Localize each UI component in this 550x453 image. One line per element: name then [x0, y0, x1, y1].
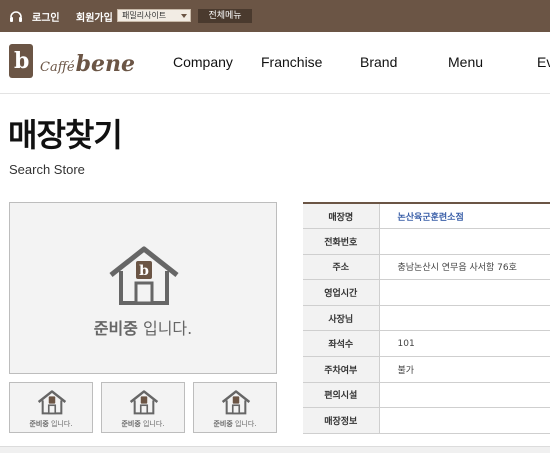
page-title: 매장찾기	[8, 116, 123, 154]
thumb-preparing-rest: 입니다.	[140, 420, 165, 428]
house-icon	[221, 390, 251, 415]
thumb-preparing-bold: 준비중	[213, 420, 233, 428]
owner-label: 사장님	[303, 305, 380, 332]
preparing-rest: 입니다.	[137, 319, 193, 338]
thumb-preparing-text: 준비중 입니다.	[194, 419, 276, 429]
family-site-select[interactable]: 패밀리사이트	[117, 9, 191, 22]
table-row: 주차여부 불가	[303, 356, 550, 383]
address-value: 충남논산시 연무읍 사서함 76호	[379, 254, 550, 281]
thumb-preparing-bold: 준비중	[121, 420, 141, 428]
nav-franchise[interactable]: Franchise	[261, 54, 322, 70]
logo-wordmark[interactable]: Caffébene	[40, 51, 135, 77]
seats-label: 좌석수	[303, 330, 380, 358]
phone-label: 전화번호	[303, 228, 380, 255]
store-thumbnail-2[interactable]: 준비중 입니다.	[101, 382, 185, 433]
thumb-preparing-rest: 입니다.	[48, 420, 73, 428]
table-row: 영업시간	[303, 279, 550, 306]
house-icon	[129, 390, 159, 415]
preparing-text: 준비중 입니다.	[10, 315, 276, 339]
thumb-preparing-text: 준비중 입니다.	[102, 419, 184, 429]
store-main-image: b 준비중 입니다.	[9, 202, 277, 374]
family-site-label: 패밀리사이트	[122, 11, 167, 20]
owner-value	[379, 305, 550, 332]
facilities-value	[379, 382, 550, 409]
headset-icon[interactable]	[8, 8, 24, 24]
store-thumbnail-3[interactable]: 준비중 입니다.	[193, 382, 277, 433]
nav-brand[interactable]: Brand	[360, 54, 397, 70]
nav-menu[interactable]: Menu	[448, 54, 483, 70]
store-info-table: 매장명 논산육군훈련소점 전화번호 주소 충남논산시 연무읍 사서함 76호 영…	[303, 202, 550, 434]
logo-mark-letter: b	[14, 48, 30, 74]
parking-label: 주차여부	[303, 356, 380, 383]
store-info-value	[379, 407, 550, 434]
login-link[interactable]: 로그인	[32, 9, 60, 24]
phone-value	[379, 228, 550, 255]
table-row: 사장님	[303, 305, 550, 332]
table-row: 편의시설	[303, 382, 550, 409]
preparing-bold: 준비중	[93, 319, 138, 338]
logo-mark[interactable]: b	[9, 44, 33, 78]
page-bottom-divider	[0, 446, 550, 453]
store-name-label: 매장명	[303, 203, 380, 230]
store-thumbnail-1[interactable]: 준비중 입니다.	[9, 382, 93, 433]
house-icon: b	[109, 246, 179, 305]
thumb-preparing-bold: 준비중	[29, 420, 49, 428]
logo-cafe-text: Caffé	[40, 60, 75, 75]
page-subtitle: Search Store	[9, 162, 85, 177]
logo-bene-text: bene	[75, 51, 135, 77]
nav-company[interactable]: Company	[173, 54, 233, 70]
chevron-down-icon	[181, 14, 187, 18]
thumb-preparing-text: 준비중 입니다.	[10, 419, 92, 429]
hours-label: 영업시간	[303, 279, 380, 306]
parking-value: 불가	[379, 356, 550, 383]
store-info-label: 매장정보	[303, 407, 380, 434]
store-name-value[interactable]: 논산육군훈련소점	[379, 203, 550, 230]
table-row: 매장정보	[303, 407, 550, 434]
table-row: 매장명 논산육군훈련소점	[303, 203, 550, 230]
table-row: 전화번호	[303, 228, 550, 255]
address-label: 주소	[303, 254, 380, 281]
seats-value: 101	[379, 330, 550, 358]
main-header: b Caffébene Company Franchise Brand Menu…	[0, 32, 550, 94]
top-utility-bar: 로그인 회원가입 패밀리사이트 전체메뉴	[0, 0, 550, 32]
thumb-preparing-rest: 입니다.	[232, 420, 257, 428]
all-menu-button[interactable]: 전체메뉴	[198, 9, 252, 23]
nav-event[interactable]: Ev	[537, 54, 550, 70]
join-link[interactable]: 회원가입	[76, 9, 113, 24]
house-icon	[37, 390, 67, 415]
svg-text:b: b	[139, 263, 149, 279]
table-row: 좌석수 101	[303, 330, 550, 358]
hours-value	[379, 279, 550, 306]
facilities-label: 편의시설	[303, 382, 380, 409]
table-row: 주소 충남논산시 연무읍 사서함 76호	[303, 254, 550, 281]
